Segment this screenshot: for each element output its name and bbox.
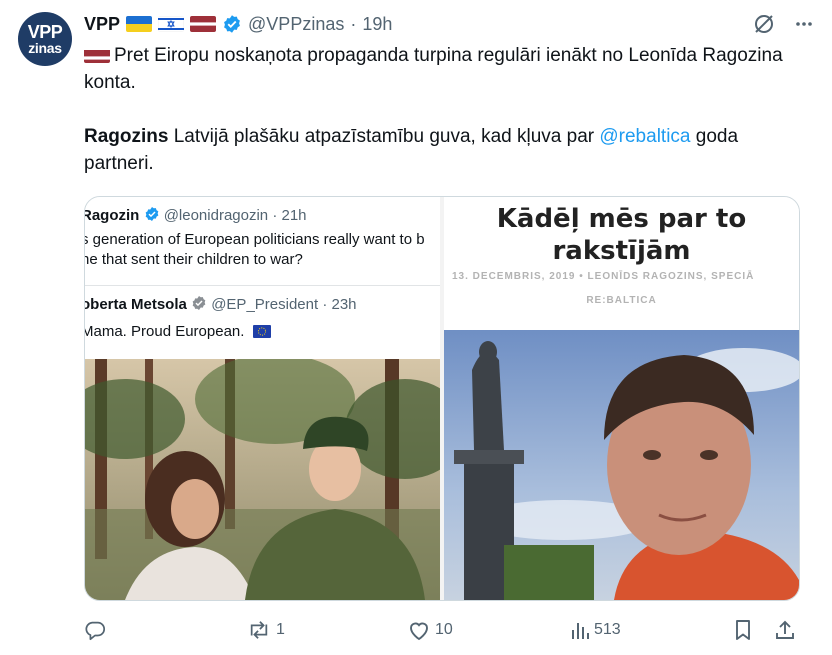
tweet: VPP zinas VPP @VPPzinas · 19h Pret Eirop… — [0, 0, 832, 655]
verified-icon — [222, 14, 242, 34]
quoted-author-1: Ragozin — [84, 207, 140, 224]
article-source: RE:BALTICA — [586, 295, 657, 306]
author-handle[interactable]: @VPPzinas — [248, 14, 344, 35]
tweet-time[interactable]: 19h — [362, 14, 392, 35]
article-byline: 13. DECEMBRIS, 2019 • LEONĪDS RAGOZINS, … — [452, 271, 755, 282]
quoted-tweet-2-header: oberta Metsola @EP_President · 23h — [84, 295, 357, 317]
quoted-handle-1: @leonidragozin · 21h — [163, 207, 307, 224]
latvia-flag-emoji-icon — [84, 47, 110, 63]
bookmark-button[interactable] — [732, 614, 754, 646]
tweet-line-2: Ragozins Latvijā plašāku atpazīstamību g… — [84, 123, 784, 177]
quoted-text-1a: s generation of European politicians rea… — [84, 231, 425, 248]
verified-icon — [191, 295, 207, 317]
views-button[interactable]: 513 — [570, 614, 621, 646]
latvia-flag-icon — [190, 16, 217, 32]
top-right-actions — [752, 12, 814, 41]
avatar[interactable]: VPP zinas — [18, 12, 72, 66]
more-icon[interactable] — [794, 14, 814, 39]
tweet-text: Pret Eiropu noskaņota propaganda turpina… — [84, 42, 784, 177]
mention-link[interactable]: @rebaltica — [599, 126, 690, 147]
tweet-line-1: Pret Eiropu noskaņota propaganda turpina… — [84, 42, 784, 96]
eu-flag-icon — [252, 324, 271, 344]
repost-icon — [246, 619, 272, 641]
quoted-text-2-row: Mama. Proud European. — [84, 322, 271, 344]
avatar-text-bottom: zinas — [28, 40, 62, 56]
views-count: 513 — [594, 621, 621, 638]
repost-button[interactable]: 1 — [246, 614, 285, 646]
divider — [85, 285, 440, 286]
like-count: 10 — [435, 621, 453, 638]
verified-icon — [144, 206, 160, 228]
avatar-text-top: VPP — [27, 22, 63, 42]
like-icon — [407, 619, 431, 641]
quoted-tweet-1-header: Ragozin @leonidragozin · 21h — [84, 206, 307, 228]
tweet-paragraph-1: Pret Eiropu noskaņota propaganda turpina… — [84, 45, 783, 93]
quoted-text-2: Mama. Proud European. — [84, 323, 245, 340]
share-button[interactable] — [774, 614, 796, 646]
photo-selfie — [444, 330, 799, 600]
author-name[interactable]: VPP — [84, 14, 120, 35]
ukraine-flag-icon — [126, 16, 153, 32]
share-icon — [774, 619, 796, 641]
israel-flag-icon — [158, 16, 185, 32]
quoted-tweets-image[interactable]: Ragozin @leonidragozin · 21h s generatio… — [85, 197, 440, 600]
quoted-handle-2: @EP_President · 23h — [211, 296, 357, 313]
separator-dot: · — [350, 13, 357, 34]
like-button[interactable]: 10 — [407, 614, 453, 646]
article-title-line-2: rakstījām — [552, 236, 691, 266]
grok-icon[interactable] — [752, 12, 776, 41]
quoted-author-2: oberta Metsola — [84, 296, 187, 313]
bookmark-icon — [732, 619, 754, 641]
reply-button[interactable] — [84, 614, 110, 646]
article-title: Kādēļ mēs par to rakstījām — [444, 203, 799, 267]
article-image[interactable]: Kādēļ mēs par to rakstījām 13. DECEMBRIS… — [444, 197, 799, 600]
article-title-line-1: Kādēļ mēs par to — [496, 204, 747, 234]
photo-mother-son — [85, 359, 440, 600]
action-bar: 1 10 513 — [84, 614, 804, 646]
reply-icon — [84, 619, 106, 641]
tweet-header: VPP @VPPzinas · 19h — [84, 11, 392, 37]
views-icon — [570, 619, 590, 641]
media-attachment[interactable]: Ragozin @leonidragozin · 21h s generatio… — [84, 196, 800, 601]
tweet-paragraph-2: Latvijā plašāku atpazīstamību guva, kad … — [168, 126, 600, 147]
repost-count: 1 — [276, 621, 285, 638]
quoted-text-1b: ne that sent their children to war? — [84, 251, 303, 268]
bold-name: Ragozins — [84, 126, 169, 147]
